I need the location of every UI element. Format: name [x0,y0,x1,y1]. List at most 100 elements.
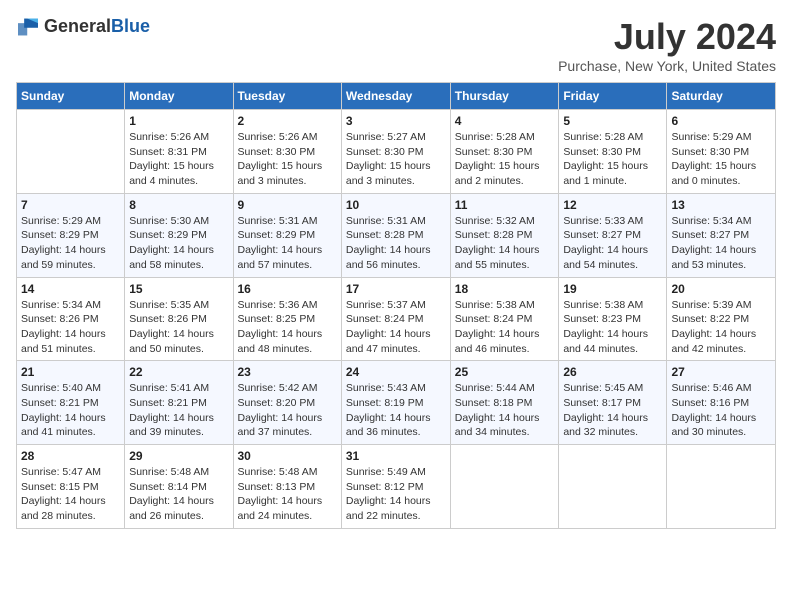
sunset: Sunset: 8:12 PM [346,481,424,493]
sunset: Sunset: 8:30 PM [563,146,641,158]
cell-w3-d5: 26 Sunrise: 5:45 AM Sunset: 8:17 PM Dayl… [559,361,667,445]
cell-w0-d4: 4 Sunrise: 5:28 AM Sunset: 8:30 PM Dayli… [450,110,559,194]
daylight: Daylight: 14 hours and 53 minutes. [671,244,756,271]
day-info: Sunrise: 5:37 AM Sunset: 8:24 PM Dayligh… [346,298,446,357]
header-saturday: Saturday [667,83,776,110]
day-number: 23 [238,365,337,379]
week-row-3: 21 Sunrise: 5:40 AM Sunset: 8:21 PM Dayl… [17,361,776,445]
week-row-2: 14 Sunrise: 5:34 AM Sunset: 8:26 PM Dayl… [17,277,776,361]
day-number: 13 [671,198,771,212]
sunset: Sunset: 8:24 PM [455,313,533,325]
day-info: Sunrise: 5:44 AM Sunset: 8:18 PM Dayligh… [455,381,555,440]
day-info: Sunrise: 5:42 AM Sunset: 8:20 PM Dayligh… [238,381,337,440]
cell-w1-d1: 8 Sunrise: 5:30 AM Sunset: 8:29 PM Dayli… [125,193,233,277]
cell-w2-d0: 14 Sunrise: 5:34 AM Sunset: 8:26 PM Dayl… [17,277,125,361]
week-row-0: 1 Sunrise: 5:26 AM Sunset: 8:31 PM Dayli… [17,110,776,194]
month-title: July 2024 [558,16,776,58]
day-number: 18 [455,282,555,296]
sunset: Sunset: 8:24 PM [346,313,424,325]
sunrise: Sunrise: 5:45 AM [563,382,643,394]
day-number: 21 [21,365,120,379]
day-info: Sunrise: 5:45 AM Sunset: 8:17 PM Dayligh… [563,381,662,440]
sunset: Sunset: 8:28 PM [346,229,424,241]
day-number: 20 [671,282,771,296]
cell-w1-d4: 11 Sunrise: 5:32 AM Sunset: 8:28 PM Dayl… [450,193,559,277]
sunrise: Sunrise: 5:28 AM [455,131,535,143]
cell-w3-d4: 25 Sunrise: 5:44 AM Sunset: 8:18 PM Dayl… [450,361,559,445]
sunrise: Sunrise: 5:43 AM [346,382,426,394]
sunset: Sunset: 8:30 PM [671,146,749,158]
day-info: Sunrise: 5:34 AM Sunset: 8:26 PM Dayligh… [21,298,120,357]
daylight: Daylight: 14 hours and 26 minutes. [129,495,214,522]
header-wednesday: Wednesday [341,83,450,110]
day-info: Sunrise: 5:35 AM Sunset: 8:26 PM Dayligh… [129,298,228,357]
cell-w2-d1: 15 Sunrise: 5:35 AM Sunset: 8:26 PM Dayl… [125,277,233,361]
day-number: 25 [455,365,555,379]
header-sunday: Sunday [17,83,125,110]
cell-w4-d0: 28 Sunrise: 5:47 AM Sunset: 8:15 PM Dayl… [17,445,125,529]
calendar-table: Sunday Monday Tuesday Wednesday Thursday… [16,82,776,529]
sunrise: Sunrise: 5:48 AM [238,466,318,478]
day-info: Sunrise: 5:26 AM Sunset: 8:30 PM Dayligh… [238,130,337,189]
day-info: Sunrise: 5:33 AM Sunset: 8:27 PM Dayligh… [563,214,662,273]
day-info: Sunrise: 5:47 AM Sunset: 8:15 PM Dayligh… [21,465,120,524]
daylight: Daylight: 14 hours and 59 minutes. [21,244,106,271]
sunset: Sunset: 8:15 PM [21,481,99,493]
sunrise: Sunrise: 5:29 AM [671,131,751,143]
sunrise: Sunrise: 5:39 AM [671,299,751,311]
daylight: Daylight: 15 hours and 2 minutes. [455,160,540,187]
cell-w4-d1: 29 Sunrise: 5:48 AM Sunset: 8:14 PM Dayl… [125,445,233,529]
day-info: Sunrise: 5:28 AM Sunset: 8:30 PM Dayligh… [563,130,662,189]
daylight: Daylight: 14 hours and 24 minutes. [238,495,323,522]
sunset: Sunset: 8:30 PM [346,146,424,158]
daylight: Daylight: 15 hours and 4 minutes. [129,160,214,187]
logo-general: General [44,16,111,36]
sunrise: Sunrise: 5:41 AM [129,382,209,394]
daylight: Daylight: 14 hours and 46 minutes. [455,328,540,355]
day-info: Sunrise: 5:40 AM Sunset: 8:21 PM Dayligh… [21,381,120,440]
sunset: Sunset: 8:29 PM [238,229,316,241]
sunrise: Sunrise: 5:42 AM [238,382,318,394]
daylight: Daylight: 14 hours and 36 minutes. [346,412,431,439]
location-title: Purchase, New York, United States [558,58,776,74]
sunrise: Sunrise: 5:34 AM [21,299,101,311]
header-friday: Friday [559,83,667,110]
cell-w0-d2: 2 Sunrise: 5:26 AM Sunset: 8:30 PM Dayli… [233,110,341,194]
day-info: Sunrise: 5:36 AM Sunset: 8:25 PM Dayligh… [238,298,337,357]
sunrise: Sunrise: 5:48 AM [129,466,209,478]
day-number: 14 [21,282,120,296]
sunrise: Sunrise: 5:31 AM [238,215,318,227]
day-number: 9 [238,198,337,212]
day-number: 31 [346,449,446,463]
day-info: Sunrise: 5:48 AM Sunset: 8:13 PM Dayligh… [238,465,337,524]
daylight: Daylight: 14 hours and 44 minutes. [563,328,648,355]
logo-blue: Blue [111,16,150,36]
sunset: Sunset: 8:20 PM [238,397,316,409]
day-number: 19 [563,282,662,296]
day-info: Sunrise: 5:48 AM Sunset: 8:14 PM Dayligh… [129,465,228,524]
daylight: Daylight: 14 hours and 56 minutes. [346,244,431,271]
daylight: Daylight: 14 hours and 34 minutes. [455,412,540,439]
day-info: Sunrise: 5:28 AM Sunset: 8:30 PM Dayligh… [455,130,555,189]
daylight: Daylight: 15 hours and 3 minutes. [346,160,431,187]
cell-w4-d4 [450,445,559,529]
sunset: Sunset: 8:19 PM [346,397,424,409]
cell-w0-d6: 6 Sunrise: 5:29 AM Sunset: 8:30 PM Dayli… [667,110,776,194]
sunrise: Sunrise: 5:33 AM [563,215,643,227]
cell-w0-d1: 1 Sunrise: 5:26 AM Sunset: 8:31 PM Dayli… [125,110,233,194]
sunrise: Sunrise: 5:44 AM [455,382,535,394]
day-info: Sunrise: 5:49 AM Sunset: 8:12 PM Dayligh… [346,465,446,524]
day-number: 16 [238,282,337,296]
cell-w2-d4: 18 Sunrise: 5:38 AM Sunset: 8:24 PM Dayl… [450,277,559,361]
sunset: Sunset: 8:22 PM [671,313,749,325]
daylight: Daylight: 15 hours and 1 minute. [563,160,648,187]
sunset: Sunset: 8:31 PM [129,146,207,158]
sunset: Sunset: 8:29 PM [129,229,207,241]
day-info: Sunrise: 5:41 AM Sunset: 8:21 PM Dayligh… [129,381,228,440]
cell-w4-d2: 30 Sunrise: 5:48 AM Sunset: 8:13 PM Dayl… [233,445,341,529]
cell-w2-d3: 17 Sunrise: 5:37 AM Sunset: 8:24 PM Dayl… [341,277,450,361]
day-info: Sunrise: 5:31 AM Sunset: 8:28 PM Dayligh… [346,214,446,273]
day-number: 15 [129,282,228,296]
cell-w4-d3: 31 Sunrise: 5:49 AM Sunset: 8:12 PM Dayl… [341,445,450,529]
sunrise: Sunrise: 5:28 AM [563,131,643,143]
